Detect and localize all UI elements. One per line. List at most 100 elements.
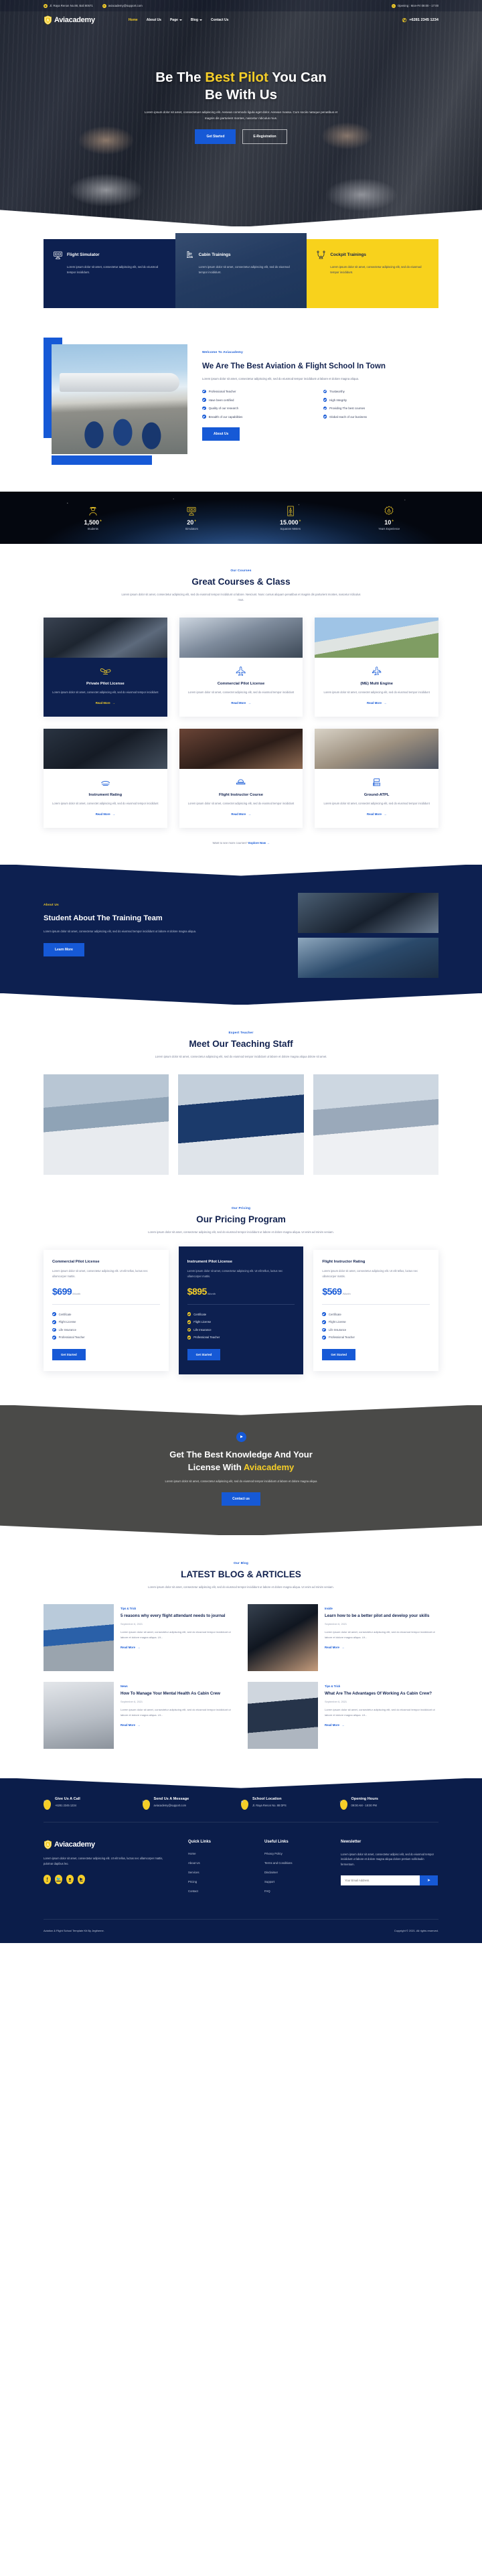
- course-card[interactable]: Ground-ATPL Lorem ipsum dolor sit amet, …: [315, 728, 438, 828]
- plan-get-started-button[interactable]: Get Started: [322, 1348, 355, 1360]
- course-card[interactable]: (ME) Multi Engine Lorem ipsum dolor sit …: [315, 618, 438, 717]
- footer-column-title: Newsletter: [341, 1839, 362, 1844]
- course-card[interactable]: Flight Instructor Course Lorem ipsum dol…: [179, 728, 303, 828]
- footer-link-privacy-policy[interactable]: Privacy Policy: [264, 1852, 323, 1855]
- plan-feature: Flight License: [322, 1320, 430, 1324]
- send-icon[interactable]: ➤: [420, 1875, 438, 1885]
- contact-us-button[interactable]: Contact us: [222, 1492, 260, 1506]
- teacher-photo[interactable]: [313, 1074, 438, 1175]
- blog-post-excerpt: Lorem ipsum dolor sit amet, consectetur …: [120, 1708, 231, 1717]
- course-read-more-link[interactable]: Read More →: [96, 701, 115, 705]
- blog-post-title[interactable]: How To Manage Your Mental Health As Cabi…: [120, 1691, 234, 1697]
- footer-contact-title: Send Us A Message: [153, 1796, 189, 1801]
- feature-card-cabin-trainings[interactable]: Cabin Trainings Lorem ipsum dolor sit am…: [175, 233, 307, 308]
- blog-post[interactable]: News How To Manage Your Mental Health As…: [44, 1681, 234, 1749]
- training-team-eyebrow: About Us: [44, 903, 59, 907]
- blog-post-title[interactable]: What Are The Advantages Of Working As Ca…: [325, 1691, 438, 1697]
- blog-post-excerpt: Lorem ipsum dolor sit amet, consectetur …: [325, 1630, 435, 1639]
- blog-post[interactable]: Inside Learn how to be a better pilot an…: [248, 1603, 438, 1671]
- course-title: Flight Instructor Course: [218, 792, 263, 797]
- blog-post-category[interactable]: Inside: [325, 1607, 438, 1610]
- get-started-button[interactable]: Get Started: [195, 129, 236, 145]
- feature-card-cockpit-trainings[interactable]: Cockpit Trainings Lorem ipsum dolor sit …: [307, 239, 439, 308]
- blog-post-category[interactable]: Tips & Trick: [325, 1685, 438, 1688]
- course-title: (ME) Multi Engine: [360, 682, 393, 687]
- course-card[interactable]: Instrument Rating Lorem ipsum dolor sit …: [44, 728, 167, 828]
- feature-card-flight-simulator[interactable]: Flight Simulator Lorem ipsum dolor sit a…: [44, 239, 175, 308]
- nav-item-about-us[interactable]: About Us: [147, 18, 161, 22]
- course-desc: Lorem ipsum dolor sit amet, consectet ad…: [187, 801, 295, 805]
- nav-item-page[interactable]: Page: [170, 18, 182, 22]
- play-icon[interactable]: [236, 1431, 246, 1442]
- course-read-more-link[interactable]: Read More →: [96, 812, 115, 816]
- nav-item-home[interactable]: Home: [129, 18, 138, 22]
- blog-read-more-link[interactable]: Read More →: [325, 1646, 344, 1649]
- blog-post-title[interactable]: 5 reasons why every flight attendant nee…: [120, 1614, 234, 1620]
- plan-get-started-button[interactable]: Get Started: [52, 1348, 86, 1360]
- blog-read-more-link[interactable]: Read More →: [120, 1646, 140, 1649]
- learn-more-button[interactable]: Learn More: [44, 942, 84, 956]
- hero-section: ◉ Jl. Raya Renon No.88, Bali 80571 ✉ avi…: [0, 0, 482, 226]
- course-read-more-link[interactable]: Read More →: [367, 812, 386, 816]
- footer-link-about-us[interactable]: About Us: [188, 1861, 247, 1865]
- check-icon: [202, 398, 206, 402]
- footer-contact-call[interactable]: ✆ Give Us A Call +6281 2345 1234: [44, 1797, 143, 1810]
- teacher-photo[interactable]: [178, 1074, 304, 1175]
- newsletter-description: Lorem ipsum dolor sit amet, consectetur …: [341, 1852, 434, 1867]
- twitter-icon[interactable]: 🐦: [55, 1874, 62, 1884]
- footer-contact-message[interactable]: ✉ Send Us A Message aviacademy@support.co…: [142, 1796, 242, 1810]
- header-phone[interactable]: ✆ +6281 2345 1234: [402, 17, 438, 23]
- facebook-icon[interactable]: f: [44, 1874, 51, 1884]
- course-read-more-link[interactable]: Read More →: [231, 701, 250, 705]
- blog-post[interactable]: Tips & Trick 5 reasons why every flight …: [44, 1603, 234, 1671]
- courses-grid: Private Pilot License Lorem ipsum dolor …: [44, 618, 438, 828]
- check-icon: [187, 1320, 191, 1324]
- plan-get-started-button[interactable]: Get Started: [187, 1348, 221, 1360]
- youtube-icon[interactable]: ▶: [78, 1874, 85, 1884]
- blog-post[interactable]: Tips & Trick What Are The Advantages Of …: [248, 1681, 438, 1749]
- topbar-hours: ◷ Opening : Mon-Fri 08:00 - 17:00: [391, 3, 438, 8]
- footer-link-services[interactable]: Services: [188, 1871, 247, 1874]
- simulator-icon: [53, 251, 63, 260]
- check-icon: [52, 1336, 56, 1340]
- footer-contact-hours[interactable]: ◷ Opening Hours 09:00 AM - 18:00 PM: [339, 1797, 439, 1810]
- blog-post-date: September 6, 2021: [325, 1700, 347, 1704]
- brand-logo[interactable]: Aviacademy: [44, 15, 95, 25]
- e-registration-button[interactable]: E-Registration: [242, 129, 287, 145]
- footer-link-pricing[interactable]: Pricing: [188, 1880, 247, 1883]
- blog-post-title[interactable]: Learn how to be a better pilot and devel…: [325, 1614, 438, 1620]
- teacher-photo[interactable]: [44, 1074, 169, 1175]
- footer-link-home[interactable]: Home: [188, 1852, 247, 1855]
- instagram-icon[interactable]: ◙: [66, 1874, 74, 1884]
- footer-link-faq[interactable]: FAQ: [264, 1889, 323, 1893]
- course-read-more-link[interactable]: Read More →: [367, 701, 386, 705]
- blog-post-category[interactable]: Tips & Trick: [120, 1607, 234, 1610]
- footer-contact-location[interactable]: ◉ School Location Jl. Raya Renon No. 88 D…: [241, 1797, 340, 1810]
- course-read-more-link[interactable]: Read More →: [231, 812, 250, 816]
- nav-item-blog[interactable]: Blog: [191, 18, 203, 22]
- footer-link-support[interactable]: Support: [264, 1880, 323, 1883]
- blog-description: Lorem ipsum dolor sit amet, consectetur …: [148, 1585, 334, 1589]
- blog-post-category[interactable]: News: [120, 1685, 234, 1688]
- topbar-email[interactable]: ✉ aviacademy@support.com: [102, 3, 143, 8]
- course-card[interactable]: Commercial Pilot License Lorem ipsum dol…: [179, 618, 303, 717]
- blog-read-more-link[interactable]: Read More →: [120, 1723, 140, 1727]
- blog-post-excerpt: Lorem ipsum dolor sit amet, consectetur …: [325, 1708, 435, 1717]
- footer-link-disclaimer[interactable]: Disclaimer: [264, 1871, 323, 1874]
- check-icon: [322, 1320, 326, 1324]
- blog-read-more-link[interactable]: Read More →: [325, 1723, 344, 1727]
- course-image: [179, 728, 303, 769]
- training-team-text: About Us Student About The Training Team…: [44, 893, 280, 956]
- blog-post-date: September 6, 2021: [120, 1622, 143, 1626]
- nav-item-contact-us[interactable]: Contact Us: [211, 18, 228, 22]
- course-card[interactable]: Private Pilot License Lorem ipsum dolor …: [44, 618, 167, 717]
- explore-now-link[interactable]: Explore Now →: [248, 841, 270, 845]
- newsletter-email-input[interactable]: [341, 1875, 420, 1885]
- footer-link-contact[interactable]: Contact: [188, 1889, 247, 1893]
- footer-link-terms[interactable]: Terms and Conditions: [264, 1861, 323, 1865]
- footer-main: Aviacademy Lorem ipsum dolor sit amet, c…: [44, 1822, 438, 1919]
- topbar-hours-text: Opening : Mon-Fri 08:00 - 17:00: [397, 4, 438, 7]
- about-us-button[interactable]: About Us: [202, 427, 240, 441]
- footer-brand-logo[interactable]: Aviacademy: [44, 1840, 171, 1849]
- arrow-right-icon: →: [341, 1723, 345, 1727]
